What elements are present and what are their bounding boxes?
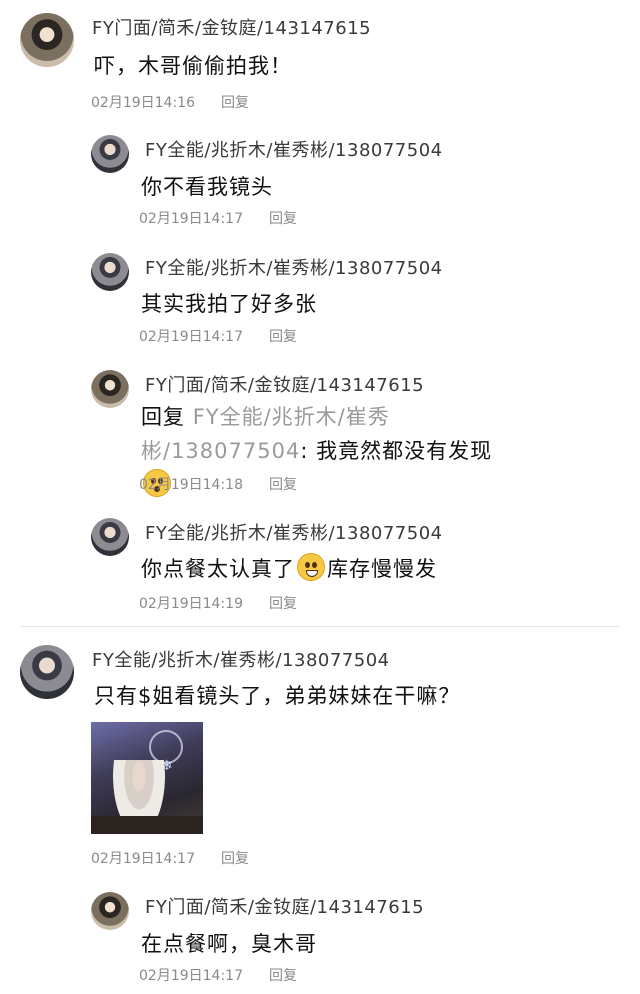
comment-author[interactable]: FY全能/兆折木/崔秀彬/138077504 [145,136,443,162]
comment-text: 只有$姐看镜头了，弟弟妹妹在干嘛？ [94,684,461,708]
comment-date: 02月19日14:17 [139,968,243,984]
avatar[interactable] [20,13,74,67]
reply-button[interactable]: 回复 [269,329,297,345]
comment-author[interactable]: FY全能/兆折木/崔秀彬/138077504 [145,519,443,545]
comment-author[interactable]: FY门面/简禾/金钕庭/143147615 [145,371,424,397]
reply-button[interactable]: 回复 [269,968,297,984]
reply-prefix: 回复 [141,405,193,429]
avatar[interactable] [91,892,129,930]
comment-author[interactable]: FY门面/简禾/金钕庭/143147615 [145,893,424,919]
comment-date: 02月19日14:17 [139,329,243,345]
reply-button[interactable]: 回复 [221,851,249,867]
thread-divider [20,626,620,627]
comment-date: 02月19日14:17 [91,851,195,867]
comment-text: 你点餐太认真了 库存慢慢发 [141,553,437,583]
comment-text-part: 你点餐太认真了 [141,557,295,581]
comment-meta: 02月19日14:16 回复 [91,92,249,112]
avatar[interactable] [20,645,74,699]
comment-text: 吓，木哥偷偷拍我！ [94,54,292,78]
avatar[interactable] [91,135,129,173]
reply-button[interactable]: 回复 [269,211,297,227]
comment-meta: 02月19日14:17 回复 [91,848,249,868]
avatar[interactable] [91,370,129,408]
comment-text-part: 库存慢慢发 [327,557,437,581]
avatar[interactable] [91,518,129,556]
reply-button[interactable]: 回复 [221,95,249,111]
comment-text: 在点餐啊，臭木哥 [141,932,317,956]
reply-text: : 我竟然都没有发现 [300,439,493,463]
comment-meta: 02月19日14:17 回复 [139,208,297,228]
comment-date: 02月19日14:17 [139,211,243,227]
reply-button[interactable]: 回复 [269,477,297,493]
reply-button[interactable]: 回复 [269,596,297,612]
comment-meta: 02月19日14:17 回复 [139,326,297,346]
comment-date: 02月19日14:16 [91,95,195,111]
comment-text: 你不看我镜头 [141,175,273,199]
table-surface [91,816,203,834]
comment-date: 02月19日14:19 [139,596,243,612]
comment-author[interactable]: FY全能/兆折木/崔秀彬/138077504 [92,646,390,672]
avatar[interactable] [91,253,129,291]
comment-text: 其实我拍了好多张 [141,292,317,316]
comment-photo[interactable]: ❄ [91,722,203,834]
comment-meta: 02月19日14:19 回复 [139,593,297,613]
comment-meta: 02月19日14:18 回复 [139,474,297,494]
grinning-face-emoji [297,553,325,581]
comment-author[interactable]: FY门面/简禾/金钕庭/143147615 [92,14,371,40]
comment-author[interactable]: FY全能/兆折木/崔秀彬/138077504 [145,254,443,280]
comment-meta: 02月19日14:17 回复 [139,965,297,985]
comment-date: 02月19日14:18 [139,477,243,493]
